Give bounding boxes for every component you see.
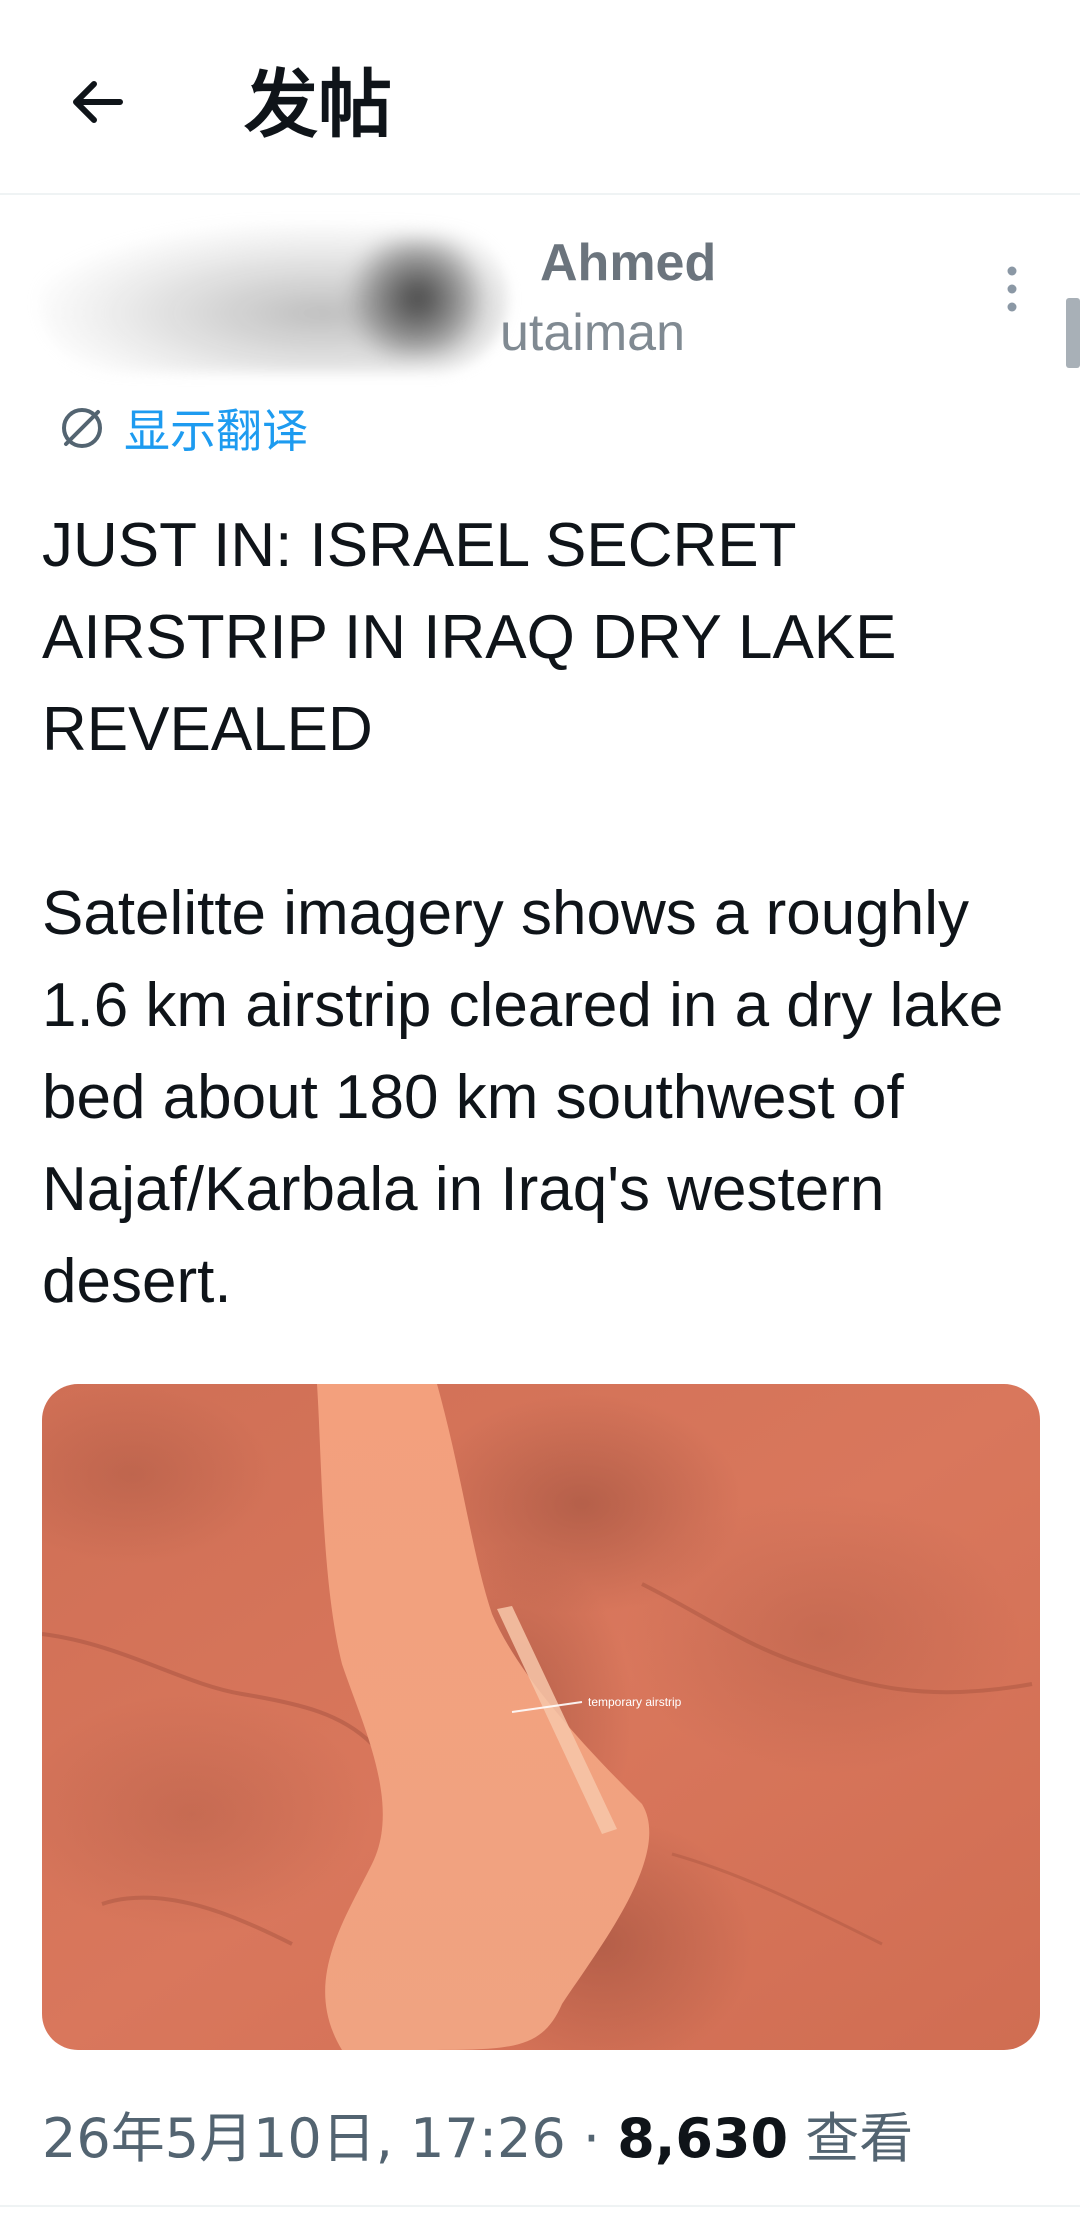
tweet-meta: 26年5月10日, 17:26 · 8,630 查看 (42, 2094, 913, 2173)
satellite-image: temporary airstrip (42, 1384, 1040, 2050)
show-translation-link[interactable]: 显示翻译 (56, 398, 308, 458)
page-title: 发帖 (244, 62, 392, 148)
views-label: 查看 (805, 2107, 914, 2170)
top-bar: 发帖 (0, 0, 1080, 195)
redacted-avatar (38, 223, 508, 373)
globe-icon (62, 408, 102, 448)
arrow-left-icon (73, 81, 123, 123)
more-options-button[interactable] (990, 253, 1034, 325)
annotation-label: temporary airstrip (588, 1695, 682, 1709)
author-handle[interactable]: utaiman (500, 303, 685, 363)
tweet-timestamp[interactable]: 26年5月10日, 17:26 (42, 2107, 566, 2170)
meta-separator: · (582, 2107, 601, 2170)
tweet-author-header: Ahmed utaiman (0, 193, 1080, 393)
more-vertical-icon (1007, 266, 1017, 312)
view-count: 8,630 (617, 2107, 789, 2170)
divider (0, 2205, 1080, 2207)
back-button[interactable] (60, 66, 132, 138)
author-display-name[interactable]: Ahmed (540, 233, 716, 293)
scrollbar[interactable] (1066, 298, 1080, 368)
translate-label: 显示翻译 (124, 404, 308, 458)
tweet-text: JUST IN: ISRAEL SECRET AIRSTRIP IN IRAQ … (42, 511, 1004, 1316)
tweet-image[interactable]: temporary airstrip (42, 1384, 1040, 2050)
